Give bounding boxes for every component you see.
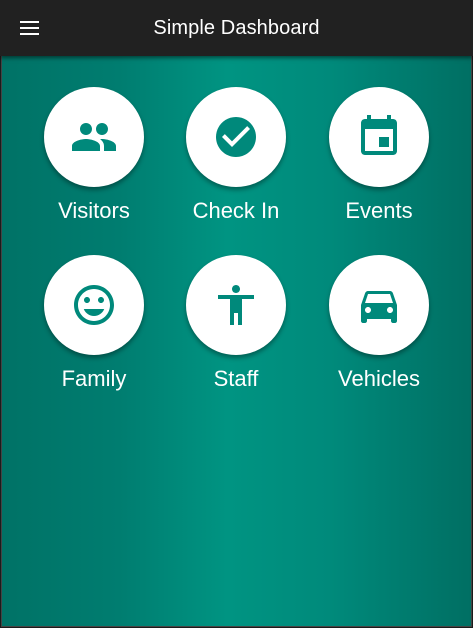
tile-staff[interactable]: Staff bbox=[165, 255, 307, 405]
tile-check-in[interactable]: Check In bbox=[165, 87, 307, 237]
tile-circle bbox=[186, 255, 286, 355]
tile-circle bbox=[186, 87, 286, 187]
people-icon bbox=[72, 123, 116, 151]
tile-visitors[interactable]: Visitors bbox=[23, 87, 165, 237]
page-title: Simple Dashboard bbox=[153, 17, 320, 39]
tile-label: Visitors bbox=[58, 198, 130, 223]
tile-circle bbox=[329, 87, 429, 187]
tile-events[interactable]: Events bbox=[308, 87, 450, 237]
tile-label: Vehicles bbox=[338, 366, 420, 391]
car-icon bbox=[361, 291, 397, 323]
tile-label: Family bbox=[61, 366, 127, 391]
tile-label: Staff bbox=[213, 366, 259, 391]
check-circle-icon bbox=[216, 117, 256, 157]
tile-label: Events bbox=[345, 198, 413, 223]
person-accessibility-icon bbox=[218, 285, 254, 325]
calendar-event-icon bbox=[361, 115, 397, 155]
app-window: Simple Dashboard Visitors Check In Event… bbox=[0, 0, 473, 628]
tile-circle bbox=[329, 255, 429, 355]
dashboard-grid: Visitors Check In Events Family Staff Ve… bbox=[1, 56, 472, 627]
tile-circle bbox=[44, 255, 144, 355]
tile-circle bbox=[44, 87, 144, 187]
tile-vehicles[interactable]: Vehicles bbox=[308, 255, 450, 405]
tile-family[interactable]: Family bbox=[23, 255, 165, 405]
tile-label: Check In bbox=[192, 198, 280, 223]
app-bar: Simple Dashboard bbox=[0, 0, 473, 56]
smiley-face-icon bbox=[74, 285, 114, 325]
